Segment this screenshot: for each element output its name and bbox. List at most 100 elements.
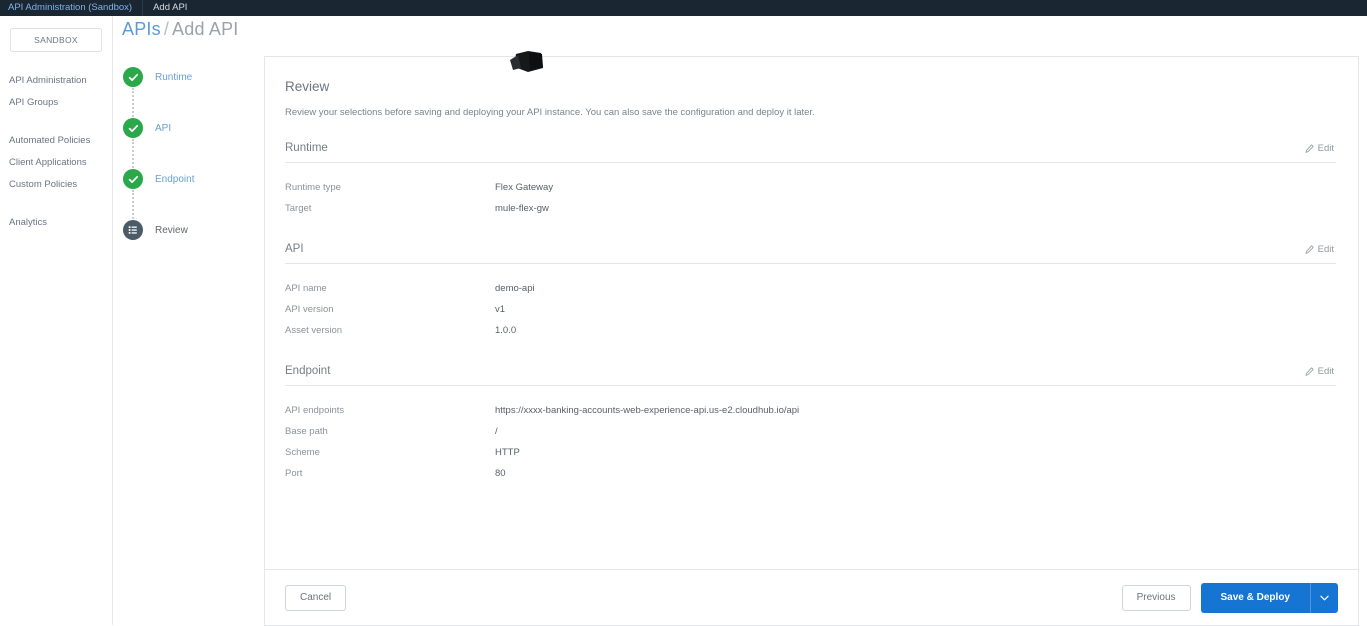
step-endpoint[interactable]: Endpoint bbox=[119, 168, 264, 219]
row-value: v1 bbox=[495, 304, 506, 315]
pencil-icon bbox=[1305, 245, 1314, 254]
check-icon bbox=[123, 169, 143, 189]
section-title-endpoint: Endpoint bbox=[285, 365, 331, 377]
section-title-runtime: Runtime bbox=[285, 142, 328, 154]
table-row: Scheme HTTP bbox=[285, 442, 1336, 463]
breadcrumb-apis-link[interactable]: APIs bbox=[122, 19, 161, 39]
row-value: 80 bbox=[495, 468, 506, 479]
edit-label: Edit bbox=[1317, 366, 1334, 377]
table-row: Port 80 bbox=[285, 463, 1336, 484]
sidebar-item-api-groups[interactable]: API Groups bbox=[0, 92, 112, 114]
environment-selector[interactable]: SANDBOX bbox=[10, 28, 102, 52]
environment-label: SANDBOX bbox=[34, 35, 78, 45]
breadcrumb-separator: / bbox=[163, 19, 170, 39]
table-row: Base path / bbox=[285, 421, 1336, 442]
row-label: API name bbox=[285, 283, 327, 294]
footer-actions: Previous Save & Deploy bbox=[1121, 582, 1338, 613]
sidebar-group-analytics: Analytics bbox=[0, 212, 112, 234]
wizard-stepper: Runtime API Endpoint Review bbox=[119, 56, 264, 626]
section-header: API Edit bbox=[285, 243, 1336, 264]
row-value: mule-flex-gw bbox=[495, 203, 549, 214]
sidebar: SANDBOX API Administration API Groups Au… bbox=[0, 16, 113, 625]
edit-runtime-button[interactable]: Edit bbox=[1305, 143, 1336, 154]
row-label: API endpoints bbox=[285, 405, 345, 416]
breadcrumb: APIs / Add API bbox=[122, 19, 238, 40]
table-row: Runtime type Flex Gateway bbox=[285, 177, 1336, 198]
topbar-breadcrumb-link[interactable]: API Administration (Sandbox) bbox=[8, 0, 142, 16]
sidebar-item-automated-policies[interactable]: Automated Policies bbox=[0, 130, 112, 152]
step-label-endpoint: Endpoint bbox=[155, 173, 195, 185]
check-icon bbox=[123, 67, 143, 87]
sidebar-item-analytics[interactable]: Analytics bbox=[0, 212, 112, 234]
wizard-footer: Cancel Previous Save & Deploy bbox=[265, 569, 1358, 625]
sidebar-item-client-applications[interactable]: Client Applications bbox=[0, 152, 112, 174]
row-label: Scheme bbox=[285, 447, 320, 458]
table-row: API endpoints https://xxxx-banking-accou… bbox=[285, 51, 1336, 421]
section-endpoint: Endpoint Edit API endpoints https://xxxx… bbox=[285, 51, 1336, 484]
step-api[interactable]: API bbox=[119, 117, 264, 168]
row-label: Target bbox=[285, 203, 312, 214]
row-label: Base path bbox=[285, 426, 328, 437]
table-row: Target mule-flex-gw bbox=[285, 198, 1336, 219]
table-row: API version v1 bbox=[285, 299, 1336, 320]
review-heading: Review bbox=[285, 79, 330, 94]
section-header: Runtime Edit bbox=[285, 142, 1336, 163]
section-api: API Edit API name demo-api API version v… bbox=[285, 243, 1336, 341]
table-row: Asset version 1.0.0 bbox=[285, 320, 1336, 341]
topbar-current-tab[interactable]: Add API bbox=[143, 0, 187, 16]
row-value: demo-api bbox=[495, 283, 535, 294]
step-connector bbox=[132, 88, 134, 117]
step-runtime[interactable]: Runtime bbox=[119, 66, 264, 117]
row-value: / bbox=[495, 426, 498, 437]
table-row: API name demo-api bbox=[285, 278, 1336, 299]
page-title: Add API bbox=[172, 19, 239, 39]
global-topbar: API Administration (Sandbox) Add API bbox=[0, 0, 1367, 16]
save-and-deploy-button[interactable]: Save & Deploy bbox=[1200, 582, 1310, 613]
list-icon bbox=[123, 220, 143, 240]
edit-label: Edit bbox=[1317, 143, 1334, 154]
section-rows: Runtime type Flex Gateway Target mule-fl… bbox=[285, 163, 1336, 219]
review-description: Review your selections before saving and… bbox=[285, 107, 815, 118]
row-label: Port bbox=[285, 468, 303, 479]
edit-api-button[interactable]: Edit bbox=[1305, 244, 1336, 255]
section-runtime: Runtime Edit Runtime type Flex Gateway T… bbox=[285, 142, 1336, 219]
step-connector bbox=[132, 139, 134, 168]
row-value: HTTP bbox=[495, 447, 520, 458]
main-content: APIs / Add API Runtime API Endpoint Revi… bbox=[113, 16, 1367, 626]
cancel-button[interactable]: Cancel bbox=[285, 584, 347, 611]
row-label: Asset version bbox=[285, 325, 343, 336]
section-rows: API name demo-api API version v1 Asset v… bbox=[285, 264, 1336, 341]
app-shell: SANDBOX API Administration API Groups Au… bbox=[0, 16, 1367, 626]
sidebar-group-administration: API Administration API Groups bbox=[0, 70, 112, 114]
chevron-down-icon bbox=[1320, 595, 1329, 601]
step-review[interactable]: Review bbox=[119, 219, 264, 241]
section-rows: API endpoints https://xxxx-banking-accou… bbox=[285, 51, 1336, 484]
previous-button[interactable]: Previous bbox=[1121, 584, 1191, 611]
row-value-api-endpoint: https://xxxx-banking-accounts-web-experi… bbox=[495, 405, 800, 416]
sidebar-item-custom-policies[interactable]: Custom Policies bbox=[0, 174, 112, 196]
check-icon bbox=[123, 118, 143, 138]
row-label: Runtime type bbox=[285, 182, 341, 193]
step-label-runtime: Runtime bbox=[155, 71, 193, 83]
row-value: Flex Gateway bbox=[495, 182, 554, 193]
sidebar-group-policies: Automated Policies Client Applications C… bbox=[0, 130, 112, 196]
step-connector bbox=[132, 190, 134, 219]
step-label-review: Review bbox=[155, 224, 188, 236]
save-deploy-dropdown-button[interactable] bbox=[1310, 582, 1338, 613]
edit-endpoint-button[interactable]: Edit bbox=[1305, 366, 1336, 377]
step-label-api: API bbox=[155, 122, 172, 134]
row-value: 1.0.0 bbox=[495, 325, 517, 336]
review-card: Review Review your selections before sav… bbox=[264, 51, 1359, 626]
sidebar-item-api-administration[interactable]: API Administration bbox=[0, 70, 112, 92]
section-title-api: API bbox=[285, 243, 304, 255]
edit-label: Edit bbox=[1317, 244, 1334, 255]
section-header: Endpoint Edit bbox=[285, 365, 1336, 386]
save-deploy-split-button: Save & Deploy bbox=[1200, 582, 1338, 613]
pencil-icon bbox=[1305, 144, 1314, 153]
wizard-layout: Runtime API Endpoint Review Review Revie… bbox=[113, 16, 1367, 626]
row-label: API version bbox=[285, 304, 334, 315]
pencil-icon bbox=[1305, 367, 1314, 376]
review-card-body: Review Review your selections before sav… bbox=[265, 51, 1358, 484]
